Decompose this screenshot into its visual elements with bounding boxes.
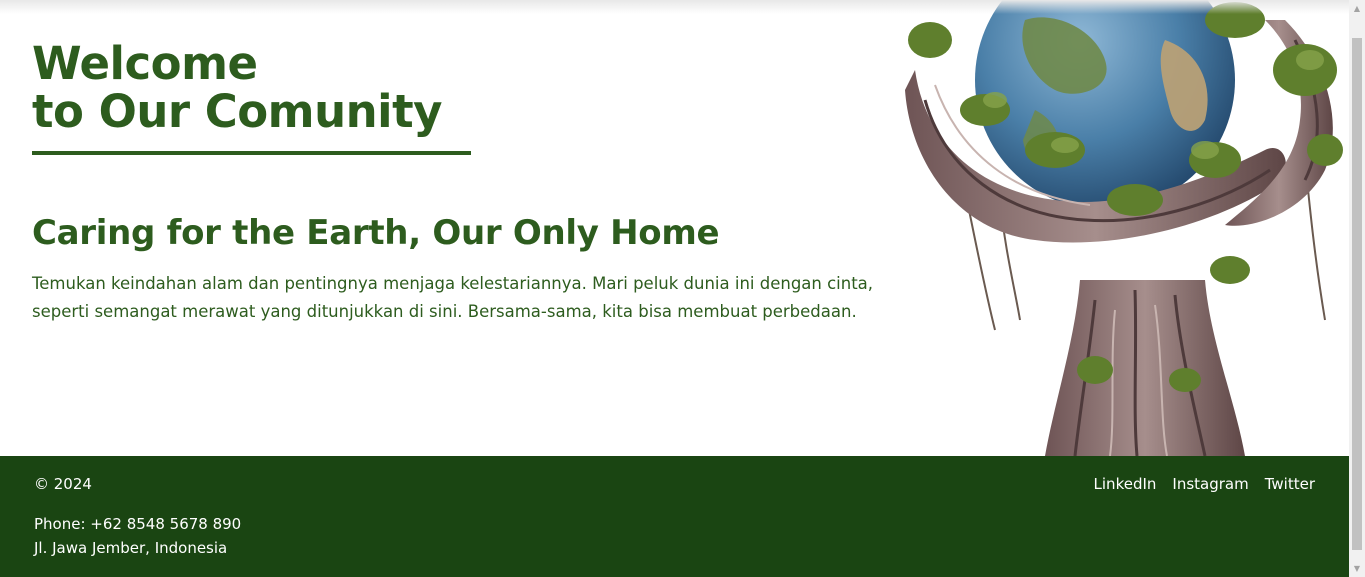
instagram-link[interactable]: Instagram (1172, 475, 1248, 493)
title-underline (32, 151, 471, 155)
social-links: LinkedIn Instagram Twitter (1094, 475, 1315, 493)
hero-title-line1: Welcome (32, 37, 258, 90)
scrollbar-thumb[interactable] (1352, 38, 1362, 550)
hero-title-line2: to Our Comunity (32, 85, 442, 138)
vertical-scrollbar[interactable]: ▲ ▼ (1349, 0, 1365, 577)
twitter-link[interactable]: Twitter (1265, 475, 1315, 493)
hero-subtitle: Caring for the Earth, Our Only Home (32, 213, 720, 253)
hero-title: Welcome to Our Comunity (32, 40, 442, 136)
header-shadow (0, 0, 1349, 14)
tree-holding-earth-illustration (905, 0, 1343, 456)
linkedin-link[interactable]: LinkedIn (1094, 475, 1157, 493)
hero-description: Temukan keindahan alam dan pentingnya me… (32, 274, 874, 321)
scroll-up-arrow-icon[interactable]: ▲ (1349, 0, 1365, 17)
hero-section: Welcome to Our Comunity Caring for the E… (0, 0, 1349, 456)
page: Welcome to Our Comunity Caring for the E… (0, 0, 1349, 577)
copyright-text: © 2024 (34, 475, 92, 493)
address-text: Jl. Jawa Jember, Indonesia (34, 539, 228, 557)
scroll-down-arrow-icon[interactable]: ▼ (1349, 560, 1365, 577)
footer: © 2024 Phone: +62 8548 5678 890 Jl. Jawa… (0, 456, 1349, 577)
phone-text: Phone: +62 8548 5678 890 (34, 515, 242, 533)
